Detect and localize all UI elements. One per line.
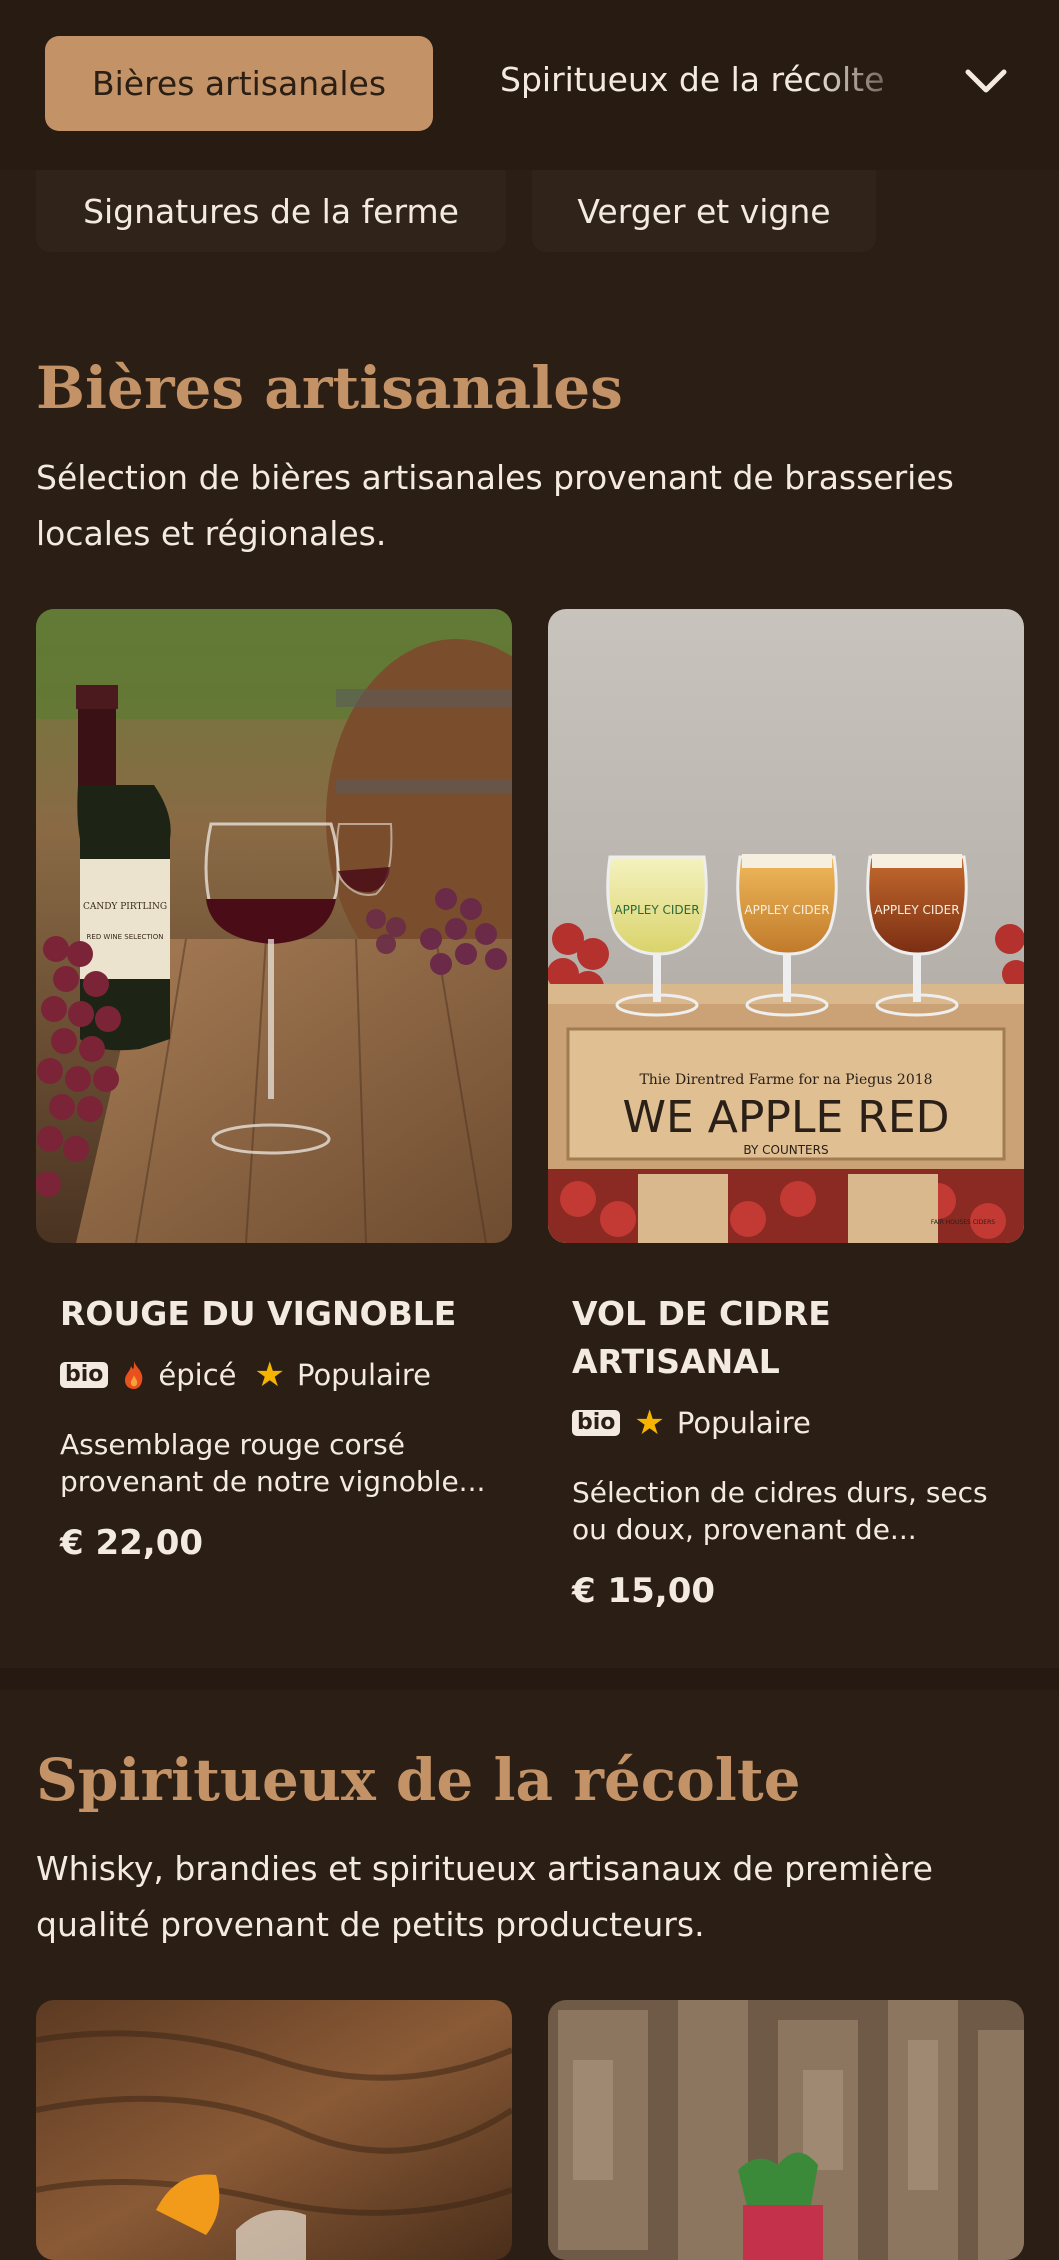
product-description: Assemblage rouge corsé provenant de notr…: [60, 1428, 486, 1498]
flame-icon: [125, 1361, 143, 1389]
tab-bieres-artisanales[interactable]: Bières artisanales: [45, 36, 433, 131]
bio-badge: bio: [60, 1362, 109, 1388]
section-description: Sélection de bières artisanales provenan…: [36, 458, 954, 553]
svg-text:APPLEY CIDER: APPLEY CIDER: [744, 903, 829, 917]
star-icon: ★: [634, 1403, 665, 1443]
svg-text:APPLEY CIDER: APPLEY CIDER: [614, 903, 699, 917]
chevron-down-icon[interactable]: [962, 62, 1010, 102]
tab-overflow-fade: [810, 36, 950, 131]
product-tags: bio ★ Populaire: [572, 1403, 811, 1443]
svg-text:Thie Direntred Farme for na Pi: Thie Direntred Farme for na Piegus 2018: [639, 1072, 932, 1088]
svg-text:FAIR HOUSES CIDERS: FAIR HOUSES CIDERS: [931, 1219, 995, 1226]
tab-verger-vigne[interactable]: Verger et vigne: [532, 170, 876, 252]
product-image-spiritueux-2[interactable]: [548, 2000, 1024, 2260]
section-divider: [0, 1668, 1059, 1690]
svg-text:RED WINE SELECTION: RED WINE SELECTION: [87, 933, 164, 941]
bio-badge: bio: [572, 1410, 621, 1436]
category-nav: Bières artisanales Spiritueux de la réco…: [0, 0, 1059, 170]
product-tags: bio épicé ★ Populaire: [60, 1355, 431, 1395]
product-image-rouge-du-vignoble[interactable]: CANDY PIRTLING RED WINE SELECTION: [36, 609, 512, 1243]
popular-label: Populaire: [676, 1406, 811, 1440]
star-icon: ★: [254, 1355, 285, 1395]
svg-text:APPLEY CIDER: APPLEY CIDER: [874, 903, 959, 917]
product-name[interactable]: ROUGE DU VIGNOBLE: [60, 1290, 480, 1338]
spicy-label: épicé: [158, 1358, 237, 1392]
product-price: € 15,00: [572, 1571, 716, 1611]
product-image-vol-de-cidre[interactable]: Thie Direntred Farme for na Piegus 2018 …: [548, 609, 1024, 1243]
tab-signatures-ferme[interactable]: Signatures de la ferme: [36, 170, 506, 252]
product-description: Sélection de cidres durs, secs ou doux, …: [572, 1476, 988, 1546]
svg-text:BY COUNTERS: BY COUNTERS: [743, 1143, 828, 1157]
section-title: Spiritueux de la récolte: [36, 1746, 801, 1814]
section-title: Bières artisanales: [36, 354, 623, 422]
svg-text:WE APPLE RED: WE APPLE RED: [622, 1092, 949, 1143]
product-name[interactable]: VOL DE CIDRE ARTISANAL: [572, 1290, 992, 1386]
product-price: € 22,00: [60, 1523, 204, 1563]
section-description: Whisky, brandies et spiritueux artisanau…: [36, 1849, 933, 1944]
svg-text:CANDY PIRTLING: CANDY PIRTLING: [83, 902, 167, 912]
popular-label: Populaire: [296, 1358, 431, 1392]
product-image-spiritueux-1[interactable]: [36, 2000, 512, 2260]
